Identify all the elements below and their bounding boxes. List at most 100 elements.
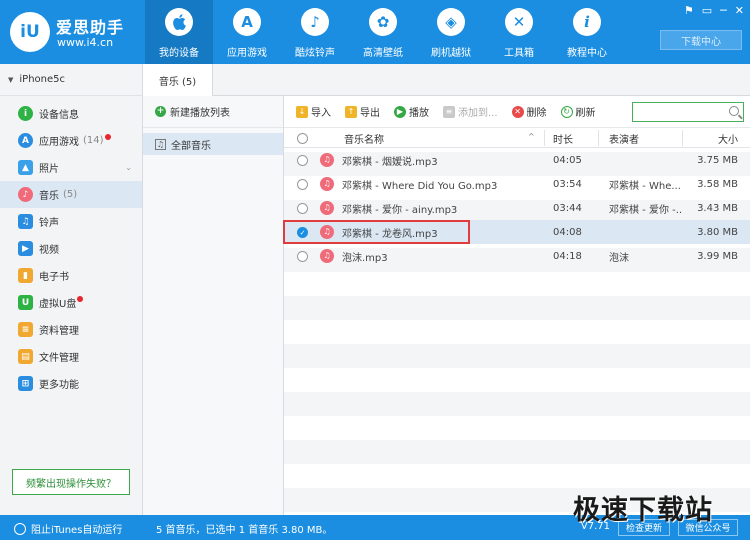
close-icon[interactable]: ✕ — [735, 4, 744, 17]
notification-dot — [77, 295, 84, 302]
playlist-item-all-music[interactable]: ♫ 全部音乐 — [143, 133, 283, 155]
tab-bar: 音乐 (5) — [143, 64, 750, 96]
sidebar-item-count: (14) — [83, 135, 104, 146]
nav-flash-jailbreak[interactable]: ◈ 刷机越狱 — [417, 0, 485, 64]
bell-icon: ♪ — [301, 8, 329, 36]
row-checkbox-wrap — [297, 196, 308, 220]
row-checkbox[interactable] — [297, 178, 308, 190]
itunes-toggle-label: 阻止iTunes自动运行 — [31, 525, 123, 536]
delete-button[interactable]: ✕ 删除 — [511, 104, 547, 119]
header-artist[interactable]: 表演者 — [609, 128, 639, 148]
chevron-down-icon[interactable]: ⌄ — [125, 163, 132, 172]
cell-duration: 04:05 — [553, 154, 582, 166]
header-name[interactable]: 音乐名称 — [344, 128, 384, 148]
row-checkbox[interactable]: ✓ — [297, 226, 308, 238]
sidebar-item-more[interactable]: ⊞ 更多功能 — [0, 370, 142, 397]
sidebar-item-ringtones[interactable]: ♫ 铃声 — [0, 208, 142, 235]
sidebar-item-ebooks[interactable]: ▮ 电子书 — [0, 262, 142, 289]
sidebar-item-photos[interactable]: ▲ 照片 ⌄ — [0, 154, 142, 181]
sidebar-item-device-info[interactable]: i 设备信息 — [0, 100, 142, 127]
cell-size: 3.43 MB — [697, 202, 738, 214]
window-controls: ⚑ ▭ ─ ✕ — [684, 4, 744, 17]
add-to-list-icon: ≡ — [443, 105, 455, 118]
import-button[interactable]: ↓ 导入 — [296, 104, 331, 119]
table-row[interactable]: ✓ ♫ 邓紫棋 - 龙卷风.mp3 04:08 3.80 MB — [284, 220, 750, 244]
header-size[interactable]: 大小 — [718, 128, 738, 148]
sidebar-item-music[interactable]: ♪ 音乐 (5) — [0, 181, 142, 208]
contacts-icon: ≡ — [18, 322, 33, 337]
radio-icon — [14, 522, 26, 535]
import-icon: ↓ — [296, 105, 308, 118]
tab-music[interactable]: 音乐 (5) — [143, 64, 213, 96]
sidebar-item-videos[interactable]: ▶ 视频 — [0, 235, 142, 262]
nav-ringtones[interactable]: ♪ 酷炫铃声 — [281, 0, 349, 64]
cell-artist: 邓紫棋 - 爱你 -... — [609, 204, 681, 216]
status-summary: 5 首音乐，已选中 1 首音乐 3.80 MB。 — [156, 525, 333, 536]
sidebar-item-label: 音乐 — [39, 191, 59, 202]
help-button[interactable]: 频繁出现操作失败？ — [12, 469, 130, 495]
sidebar-item-apps[interactable]: A 应用游戏 (14) — [0, 127, 142, 154]
music-file-icon: ♫ — [320, 201, 334, 215]
sort-icon[interactable]: ^ — [528, 132, 535, 141]
nav-label: 高清壁纸 — [363, 48, 403, 59]
select-all-checkbox[interactable] — [297, 132, 308, 144]
table-row[interactable]: ♫ 泡沫.mp3 04:18 泡沫 3.99 MB — [284, 244, 750, 268]
sidebar-item-data-management[interactable]: ≡ 资料管理 — [0, 316, 142, 343]
row-checkbox[interactable] — [297, 250, 308, 262]
info-icon: i — [573, 8, 601, 36]
file-icon: ▤ — [18, 349, 33, 364]
sidebar-item-label: 应用游戏 — [39, 137, 79, 148]
header-duration[interactable]: 时长 — [553, 128, 573, 148]
search-input[interactable] — [635, 104, 725, 120]
info-icon: i — [18, 106, 33, 121]
add-to-button[interactable]: ≡ 添加到... — [443, 104, 498, 119]
nav-toolbox[interactable]: ✕ 工具箱 — [485, 0, 553, 64]
device-name: iPhone5c — [19, 74, 66, 85]
sidebar-item-file-management[interactable]: ▤ 文件管理 — [0, 343, 142, 370]
nav-wallpapers[interactable]: ✿ 高清壁纸 — [349, 0, 417, 64]
add-to-label: 添加到... — [458, 108, 498, 119]
nav-apps-games[interactable]: A 应用游戏 — [213, 0, 281, 64]
sidebar-item-label: 文件管理 — [39, 353, 79, 364]
download-center-button[interactable]: 下载中心 — [660, 30, 742, 50]
export-button[interactable]: ↑ 导出 — [345, 104, 380, 119]
sidebar-list: i 设备信息 A 应用游戏 (14) ▲ 照片 ⌄ ♪ 音乐 (5) ♫ 铃声 … — [0, 96, 142, 397]
row-checkbox[interactable] — [297, 202, 308, 214]
music-file-icon-wrap: ♫ — [320, 220, 334, 244]
table-row[interactable]: ♫ 邓紫棋 - 爱你 - ainy.mp3 03:44 邓紫棋 - 爱你 -..… — [284, 196, 750, 220]
sidebar-item-virtual-udisk[interactable]: U 虚拟U盘 — [0, 289, 142, 316]
cell-name: 泡沫.mp3 — [342, 252, 388, 264]
minimize-icon[interactable]: ─ — [720, 4, 727, 17]
music-table: 音乐名称 ^ 时长 表演者 大小 ♫ 邓紫棋 - 烟嫒说.mp3 04:05 3… — [284, 128, 750, 515]
delete-label: 删除 — [526, 108, 547, 119]
nav-my-device[interactable]: 我的设备 — [145, 0, 213, 64]
table-row[interactable]: ♫ 邓紫棋 - 烟嫒说.mp3 04:05 3.75 MB — [284, 148, 750, 172]
skin-icon[interactable]: ⚑ — [684, 4, 694, 17]
music-toolbar: ↓ 导入 ↑ 导出 ▶ 播放 ≡ 添加到... ✕ 删除 ↻ 刷新 — [284, 96, 750, 128]
cell-name: 邓紫棋 - 龙卷风.mp3 — [342, 228, 438, 240]
search-icon[interactable] — [729, 106, 739, 116]
playlist-pane: + 新建播放列表 ♫ 全部音乐 — [143, 96, 284, 515]
playlist-item-label: 全部音乐 — [171, 140, 211, 152]
bell-icon: ♫ — [18, 214, 33, 229]
nav-label: 我的设备 — [159, 48, 199, 59]
nav-tutorials[interactable]: i 教程中心 — [553, 0, 621, 64]
import-label: 导入 — [311, 108, 331, 119]
device-selector[interactable]: ▼ iPhone5c — [0, 64, 142, 96]
play-button[interactable]: ▶ 播放 — [394, 104, 429, 119]
cell-size: 3.80 MB — [697, 226, 738, 238]
sidebar: ▼ iPhone5c i 设备信息 A 应用游戏 (14) ▲ 照片 ⌄ ♪ 音… — [0, 64, 143, 515]
row-checkbox[interactable] — [297, 154, 308, 166]
menu-icon[interactable]: ▭ — [702, 4, 712, 17]
new-playlist-button[interactable]: + 新建播放列表 — [143, 96, 283, 128]
cell-name: 邓紫棋 - 烟嫒说.mp3 — [342, 156, 438, 168]
app-store-icon: A — [18, 133, 33, 148]
notification-dot — [104, 133, 111, 140]
itunes-autorun-toggle[interactable]: 阻止iTunes自动运行 — [14, 521, 122, 536]
cell-size: 3.75 MB — [697, 154, 738, 166]
music-note-icon: ♫ — [155, 138, 166, 150]
table-row[interactable]: ♫ 邓紫棋 - Where Did You Go.mp3 03:54 邓紫棋 -… — [284, 172, 750, 196]
column-divider — [598, 130, 599, 146]
refresh-button[interactable]: ↻ 刷新 — [560, 104, 596, 119]
cell-artist: 邓紫棋 - Whe... — [609, 180, 681, 192]
